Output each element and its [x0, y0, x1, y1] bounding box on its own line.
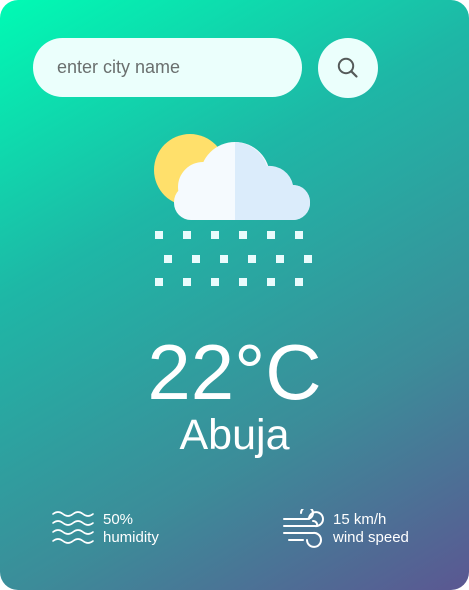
city-name: Abuja	[179, 411, 290, 459]
humidity-waves-icon	[52, 511, 94, 544]
wind-detail: 15 km/h wind speed	[281, 509, 409, 549]
humidity-detail: 50% humidity	[51, 509, 159, 549]
weather-card: 22°C Abuja 50% humidity 1	[0, 0, 469, 590]
humidity-label: humidity	[103, 529, 159, 546]
snow-cloud-sun-icon	[154, 134, 312, 286]
wind-value: 15 km/h	[333, 511, 387, 528]
wind-label: wind speed	[333, 529, 409, 546]
search-button[interactable]	[318, 38, 378, 98]
humidity-value: 50%	[103, 511, 134, 528]
temperature: 22°C	[147, 328, 322, 416]
wind-icon	[283, 509, 324, 548]
search-icon	[337, 57, 358, 78]
city-search-input[interactable]	[33, 38, 302, 97]
